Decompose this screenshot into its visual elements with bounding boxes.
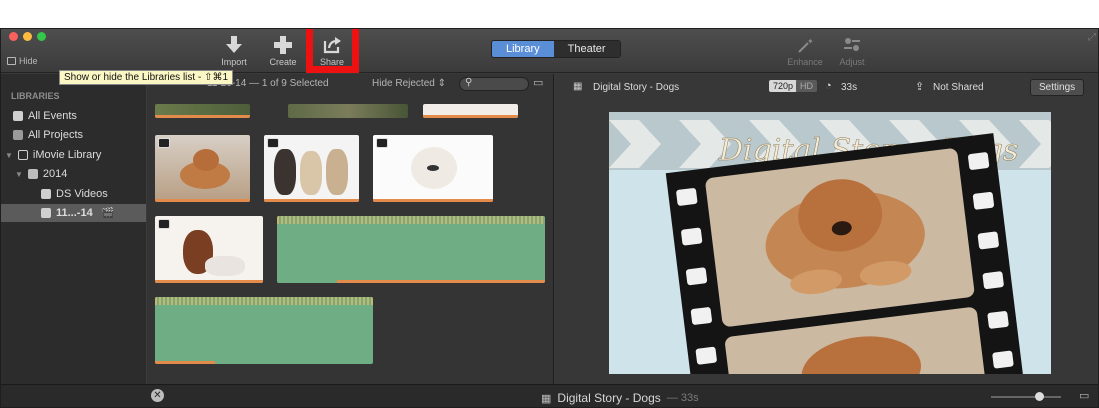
tooltip: Show or hide the Libraries list - ⇧⌘1 xyxy=(59,70,234,85)
clip-audio-video[interactable] xyxy=(155,297,373,364)
zoom-slider-knob[interactable] xyxy=(1035,392,1044,401)
import-arrow-icon xyxy=(215,33,253,57)
tab-library[interactable]: Library xyxy=(492,41,554,57)
zoom-slider[interactable] xyxy=(991,392,1061,401)
search-input[interactable]: ⚲ xyxy=(459,77,529,91)
clip-audio-video[interactable] xyxy=(277,216,545,283)
project-title: ▦ Digital Story - Dogs — 33s xyxy=(541,391,699,405)
photo-badge-icon xyxy=(158,219,170,229)
sidebar-item-2014[interactable]: ▼ 2014 xyxy=(15,165,67,183)
hide-label: Hide xyxy=(19,56,38,66)
hide-rejected-select[interactable]: Hide Rejected ⇕ xyxy=(372,78,446,89)
clip-thumbnail[interactable] xyxy=(288,104,408,118)
clip-appearance-icon[interactable]: ▭ xyxy=(1079,389,1089,402)
sidebar-item-label: DS Videos xyxy=(56,188,108,200)
clip-three-dogs[interactable] xyxy=(264,135,359,202)
library-grid-icon xyxy=(17,150,28,160)
share-status-label: Not Shared xyxy=(933,82,984,93)
sidebar-item-label: All Projects xyxy=(28,129,84,141)
clip-appearance-icon[interactable]: ▭ xyxy=(533,76,543,89)
svg-text:✦: ✦ xyxy=(807,37,814,46)
enhance-label: Enhance xyxy=(787,57,823,67)
clapper-icon: 🎬 xyxy=(101,207,115,219)
duration-label: 33s xyxy=(841,82,858,93)
disclosure-triangle-icon[interactable]: ▼ xyxy=(5,151,13,160)
sidebar-item-all-projects[interactable]: All Projects xyxy=(13,126,83,144)
magic-wand-icon: ✦ xyxy=(786,33,824,57)
create-button[interactable]: Create xyxy=(264,33,302,67)
sidebar-item-label: All Events xyxy=(28,110,77,122)
sidebar-item-label: iMovie Library xyxy=(32,149,102,161)
star-event-icon xyxy=(41,208,51,218)
timeline-bar: ✕ ▦ Digital Story - Dogs — 33s ▭ xyxy=(1,384,1098,407)
adjust-sliders-icon xyxy=(833,33,871,57)
viewer-project-name: Digital Story - Dogs xyxy=(593,82,680,93)
photo-badge-icon xyxy=(267,138,279,148)
clock-icon: ◔ xyxy=(825,80,832,92)
sidebar-item-label: 11...-14 xyxy=(56,207,93,219)
tab-theater[interactable]: Theater xyxy=(553,41,620,57)
close-icon[interactable]: ✕ xyxy=(151,389,164,402)
star-event-icon xyxy=(41,189,51,199)
enhance-button[interactable]: ✦ Enhance xyxy=(786,33,824,67)
photo-badge-icon xyxy=(158,138,170,148)
close-window-button[interactable] xyxy=(9,32,18,41)
hide-libraries-button[interactable]: Hide xyxy=(7,56,38,66)
zoom-window-button[interactable] xyxy=(37,32,46,41)
projects-icon xyxy=(13,130,23,140)
toolbar: Hide Import Create Share Library Theater xyxy=(1,29,1098,73)
clip-brown-puppy[interactable] xyxy=(155,216,263,283)
view-mode-segmented-control: Library Theater xyxy=(491,40,621,58)
share-status-icon: ⇪ xyxy=(915,81,925,93)
imovie-window: Hide Import Create Share Library Theater xyxy=(0,28,1099,408)
clip-thumbnail[interactable] xyxy=(155,104,250,118)
clip-puppy-lying[interactable] xyxy=(155,135,250,202)
film-strip-icon: ▦ xyxy=(541,392,552,405)
filter-label: Hide Rejected xyxy=(372,78,435,89)
sidebar-item-imovie-library[interactable]: ▼ iMovie Library xyxy=(5,146,101,164)
bottom-project-name: Digital Story - Dogs xyxy=(557,391,661,405)
import-label: Import xyxy=(221,57,247,67)
settings-button[interactable]: Settings xyxy=(1030,79,1085,96)
sidebar-item-label: 2014 xyxy=(42,168,68,180)
viewer: ▦ Digital Story - Dogs 720p HD ◔ 33s ⇪ N… xyxy=(555,74,1098,384)
adjust-label: Adjust xyxy=(839,57,865,67)
share-highlight-box xyxy=(306,29,359,73)
calendar-icon xyxy=(27,169,38,179)
event-browser: 11-20-14 — 1 of 9 Selected Hide Rejected… xyxy=(147,74,554,384)
disclosure-triangle-icon[interactable]: ▼ xyxy=(15,170,23,179)
clip-white-puppy[interactable] xyxy=(373,135,493,202)
create-label: Create xyxy=(269,57,297,67)
sidebar-item-11-14[interactable]: 11...-14 🎬 xyxy=(1,204,146,222)
sidebar-toggle-icon xyxy=(7,57,16,65)
sidebar-item-ds-videos[interactable]: DS Videos xyxy=(41,185,108,203)
clip-thumbnail[interactable] xyxy=(423,104,518,118)
search-icon: ⚲ xyxy=(465,77,473,88)
fullscreen-icon[interactable]: ⤢ xyxy=(1088,32,1096,43)
preview-frame: Digital Story - Dogs xyxy=(609,112,1051,374)
star-event-icon xyxy=(13,111,23,121)
bottom-duration: — 33s xyxy=(666,392,699,404)
minimize-window-button[interactable] xyxy=(23,32,32,41)
plus-icon xyxy=(264,33,302,57)
res-hd-badge: HD xyxy=(796,80,817,92)
film-strip-icon: ▦ xyxy=(573,81,583,92)
import-button[interactable]: Import xyxy=(215,33,253,67)
adjust-button[interactable]: Adjust xyxy=(833,33,871,67)
res-720p-badge: 720p xyxy=(769,80,798,92)
libraries-sidebar: LIBRARIES All Events All Projects ▼ iMov… xyxy=(1,74,146,384)
viewer-header: ▦ Digital Story - Dogs 720p HD ◔ 33s ⇪ N… xyxy=(555,74,1098,102)
photo-badge-icon xyxy=(376,138,388,148)
sidebar-item-all-events[interactable]: All Events xyxy=(13,107,77,125)
story-title-graphic: Digital Story - Dogs xyxy=(609,112,1051,374)
